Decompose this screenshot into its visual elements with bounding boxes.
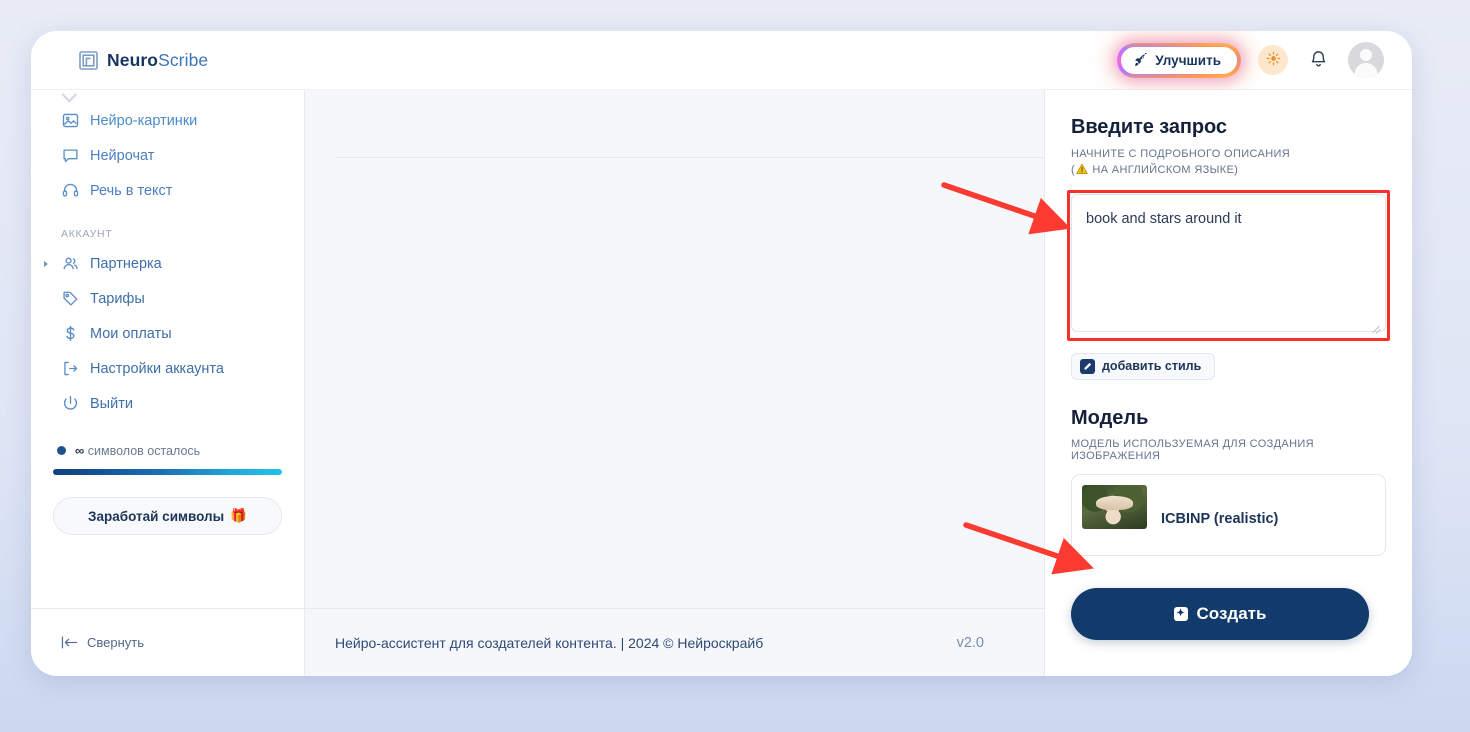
sparkle-square-icon: ✦ <box>1173 607 1188 621</box>
notifications-button[interactable] <box>1305 47 1331 73</box>
collapse-left-icon <box>61 636 78 649</box>
chevron-right-icon <box>44 260 48 267</box>
improve-button[interactable]: Улучшить <box>1121 46 1237 74</box>
sidebar-item-label: Выйти <box>90 395 133 412</box>
sidebar-item-partnership[interactable]: Партнерка <box>44 246 282 281</box>
prompt-panel-subtitle: НАЧНИТЕ С ПОДРОБНОГО ОПИСАНИЯ ( НА АНГЛИ… <box>1071 147 1386 181</box>
sidebar-collapse-label: Свернуть <box>87 635 145 650</box>
sidebar-item-account-settings[interactable]: Настройки аккаунта <box>53 351 282 386</box>
app-header: NeuroScribe Улучшить <box>31 31 1412 90</box>
chat-bubble-icon <box>61 147 79 165</box>
app-body: Нейро-картинки Нейрочат Речь в текст АКК… <box>31 90 1412 676</box>
brand-name-bold: Neuro <box>107 49 159 70</box>
app-window: NeuroScribe Улучшить Нейро-картинки Нейр… <box>31 31 1412 676</box>
symbols-counter-text: ∞ символов осталось <box>75 443 200 458</box>
headphones-icon <box>61 182 79 200</box>
prompt-sub-paren-open: ( <box>1071 163 1076 176</box>
sidebar-item-label: Тарифы <box>90 290 145 307</box>
sun-icon <box>1266 51 1281 69</box>
symbols-amount: ∞ <box>75 443 85 458</box>
gift-icon: 🎁 <box>230 508 247 523</box>
model-name-label: ICBINP (realistic) <box>1161 510 1279 527</box>
sidebar-scroll-area: Нейро-картинки Нейрочат Речь в текст АКК… <box>31 90 304 608</box>
theme-toggle-button[interactable] <box>1258 45 1288 75</box>
create-button[interactable]: ✦ Создать <box>1071 588 1369 640</box>
brand-text: NeuroScribe <box>107 50 208 71</box>
model-section-subtitle: МОДЕЛЬ ИСПОЛЬЗУЕМАЯ ДЛЯ СОЗДАНИЯ ИЗОБРАЖ… <box>1071 437 1314 462</box>
prompt-sub-line1: НАЧНИТЕ С ПОДРОБНОГО ОПИСАНИЯ <box>1071 148 1291 160</box>
tag-icon <box>61 290 79 308</box>
sidebar-item-label: Партнерка <box>90 255 162 272</box>
brand-logo[interactable]: NeuroScribe <box>79 50 208 71</box>
symbols-counter-block: ∞ символов осталось Заработай символы 🎁 <box>53 421 282 535</box>
model-card[interactable]: ICBINP (realistic) <box>1071 473 1386 556</box>
header-actions: Улучшить <box>1117 42 1384 78</box>
improve-button-label: Улучшить <box>1155 52 1221 68</box>
prompt-textarea[interactable] <box>1071 193 1386 332</box>
sidebar-section-label: АККАУНТ <box>61 228 113 240</box>
symbols-counter-row: ∞ символов осталось <box>53 443 282 458</box>
brand-name-light: Scribe <box>158 49 209 70</box>
sidebar-item-tariffs[interactable]: Тарифы <box>53 281 282 316</box>
symbols-progress-bar <box>53 469 282 475</box>
prompt-sub-line2: НА АНГЛИЙСКОМ ЯЗЫКЕ) <box>1089 163 1239 176</box>
footer-version: v2.0 <box>956 634 984 651</box>
add-style-label: добавить стиль <box>1102 359 1202 374</box>
symbols-label: символов осталось <box>87 444 201 458</box>
bell-icon <box>1310 49 1327 71</box>
model-preview-thumbnail <box>1082 484 1147 529</box>
nested-square-logo-icon <box>79 50 98 70</box>
sidebar-item-label: Нейрочат <box>90 147 155 164</box>
main-content-column: Нейро-ассистент для создателей контента.… <box>305 90 1044 676</box>
users-icon <box>61 255 79 273</box>
earn-symbols-label: Заработай символы <box>88 508 225 524</box>
prompt-input-wrapper <box>1067 189 1390 341</box>
image-icon <box>61 112 79 130</box>
settings-exit-icon <box>61 360 79 378</box>
sidebar-item-logout[interactable]: Выйти <box>53 386 282 421</box>
sidebar-item-partially-scrolled[interactable] <box>53 90 282 103</box>
warning-triangle-icon <box>1076 163 1088 181</box>
model-section-title: Модель <box>1071 406 1149 429</box>
earn-symbols-button[interactable]: Заработай символы 🎁 <box>53 497 282 535</box>
sidebar-collapse-button[interactable]: Свернуть <box>31 608 304 676</box>
create-button-label: Создать <box>1196 604 1267 623</box>
sidebar-item-label: Речь в текст <box>90 182 173 199</box>
sidebar-item-label: Мои оплаты <box>90 325 172 342</box>
sidebar-item-neurochat[interactable]: Нейрочат <box>53 138 282 173</box>
power-icon <box>61 395 79 413</box>
sidebar-item-neuro-images[interactable]: Нейро-картинки <box>53 103 282 138</box>
sidebar: Нейро-картинки Нейрочат Речь в текст АКК… <box>31 90 305 676</box>
prompt-panel: Введите запрос НАЧНИТЕ С ПОДРОБНОГО ОПИС… <box>1044 90 1412 676</box>
add-style-button[interactable]: добавить стиль <box>1071 352 1216 380</box>
image-canvas-area <box>305 90 1044 608</box>
sidebar-item-speech-to-text[interactable]: Речь в текст <box>53 173 282 208</box>
prompt-panel-title: Введите запрос <box>1071 116 1227 138</box>
sidebar-item-my-payments[interactable]: Мои оплаты <box>53 316 282 351</box>
page-footer: Нейро-ассистент для создателей контента.… <box>305 608 1044 676</box>
user-avatar[interactable] <box>1348 42 1384 78</box>
footer-text: Нейро-ассистент для создателей контента.… <box>335 634 764 651</box>
sidebar-item-label: Нейро-картинки <box>90 112 198 129</box>
canvas-divider <box>335 157 1044 158</box>
sidebar-item-label: Настройки аккаунта <box>90 360 224 377</box>
dollar-icon <box>61 325 79 343</box>
pencil-icon <box>1080 358 1095 374</box>
improve-button-glow: Улучшить <box>1117 42 1241 78</box>
rocket-icon <box>1134 53 1148 67</box>
status-dot-icon <box>57 446 66 455</box>
